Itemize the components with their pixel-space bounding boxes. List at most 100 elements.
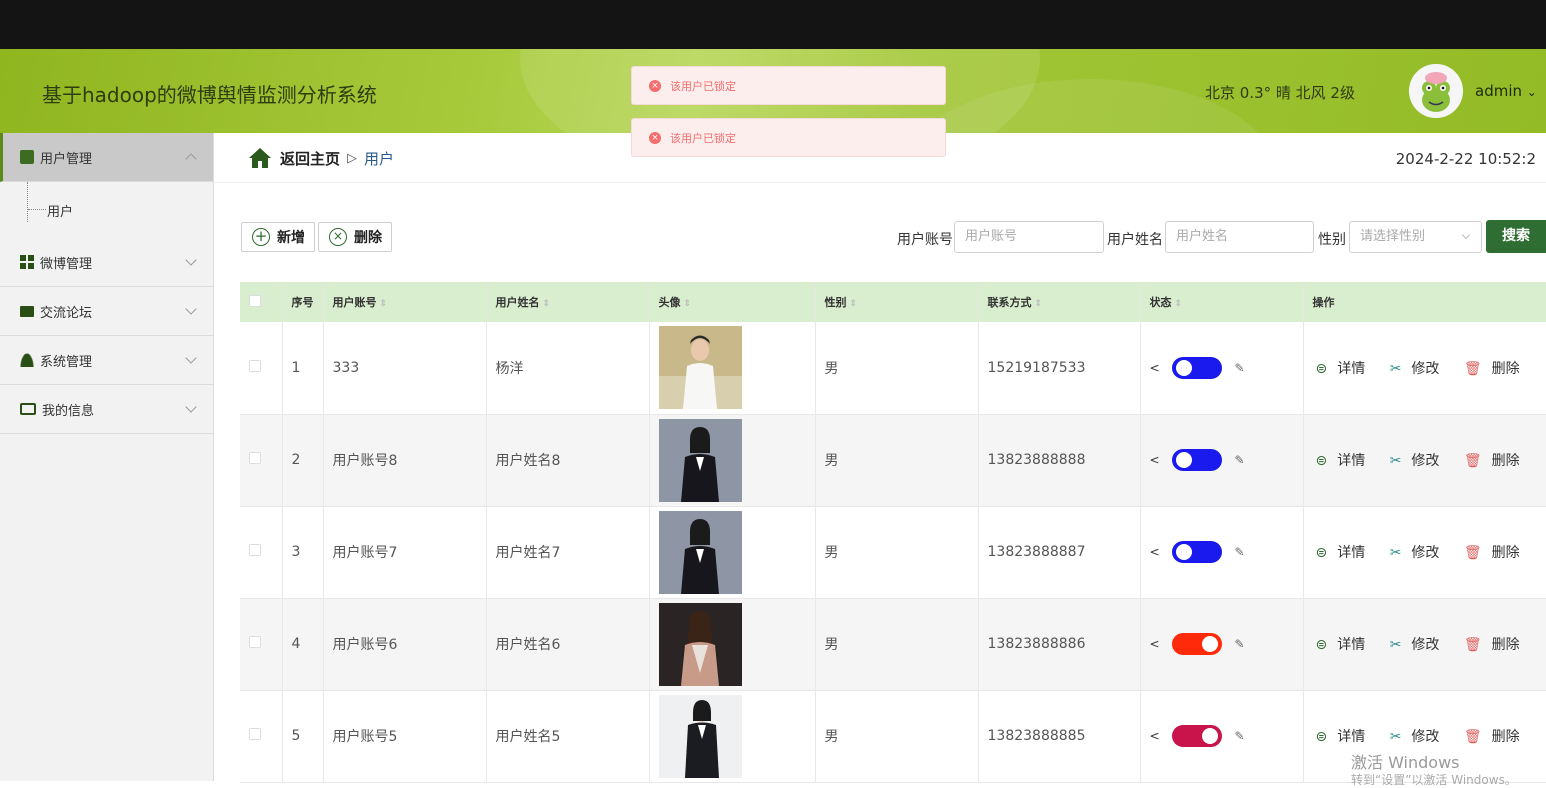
status-cell: < ✎ (1140, 690, 1304, 783)
status-toggle[interactable] (1172, 633, 1223, 655)
toast-text: 该用户已锁定 (670, 79, 736, 93)
user-name: 用户姓名6 (486, 598, 650, 691)
status-cell: < ✎ (1140, 414, 1304, 507)
account-search-input[interactable]: 用户账号 (954, 221, 1104, 253)
sort-icon[interactable]: ⇕ (1175, 299, 1183, 309)
trash-icon: 🗑 (1463, 453, 1482, 469)
name-search-input[interactable]: 用户姓名 (1165, 221, 1314, 253)
detail-action[interactable]: ⊜ 详情 (1316, 453, 1376, 469)
edit-action[interactable]: ✂ 修改 (1390, 545, 1450, 561)
edit-action[interactable]: ✂ 修改 (1390, 637, 1450, 653)
activation-watermark-sub: 转到“设置”以激活 Windows。 (1351, 773, 1517, 787)
column-header-label: 操作 (1312, 296, 1335, 309)
row-checkbox[interactable] (249, 359, 261, 372)
user-menu[interactable]: admin ⌄ (1475, 82, 1537, 100)
detail-action[interactable]: ⊜ 详情 (1316, 637, 1376, 653)
status-toggle[interactable] (1172, 725, 1223, 747)
user-gender: 男 (815, 690, 979, 783)
sidebar-item-weibo-management[interactable]: 微博管理 (0, 238, 213, 287)
sidebar-item-label: 系统管理 (40, 354, 93, 370)
trash-icon: 🗑 (1463, 637, 1482, 653)
gender-select[interactable]: 请选择性别 (1349, 221, 1482, 253)
detail-action[interactable]: ⊜ 详情 (1316, 361, 1376, 377)
status-cell: < ✎ (1140, 322, 1304, 415)
delete-action[interactable]: 🗑 删除 (1464, 637, 1530, 653)
user-phone: 13823888887 (978, 506, 1141, 599)
edit-action[interactable]: ✂ 修改 (1390, 729, 1450, 745)
chevron-down-icon (185, 401, 197, 413)
error-icon: × (649, 79, 661, 92)
row-checkbox[interactable] (249, 544, 261, 556)
edit-action[interactable]: ✂ 修改 (1390, 361, 1450, 377)
account-filter-label: 用户账号 (897, 232, 953, 248)
breadcrumb-home-link[interactable]: 返回主页 (280, 148, 340, 169)
activation-watermark: 激活 Windows (1351, 753, 1460, 772)
user-gender: 男 (815, 506, 979, 599)
avatar-cell (649, 322, 816, 415)
column-header[interactable]: 用户姓名 ⇕ (486, 282, 650, 322)
add-button[interactable]: + 新增 (241, 222, 315, 252)
user-table: 序号 用户账号 ⇕ 用户姓名 ⇕ 头像 ⇕ 性别 ⇕ 联系方式 ⇕ 状态 ⇕ 操作 1 33… (240, 282, 1546, 783)
table-row[interactable]: 1 333 杨洋 男 15219187533 < ✎ ⊜ 详情 ✂ 修改 🗑 删除 (240, 322, 1546, 415)
close-circle-icon: × (329, 228, 347, 246)
delete-button-label: 删除 (354, 230, 382, 246)
detail-icon: ⊜ (1315, 360, 1328, 377)
sort-icon[interactable]: ⇕ (543, 299, 551, 309)
actions-cell: ⊜ 详情 ✂ 修改 🗑 删除 (1303, 598, 1546, 691)
sort-icon[interactable]: ⇕ (380, 299, 388, 309)
user-photo (658, 694, 742, 778)
detail-action[interactable]: ⊜ 详情 (1316, 545, 1376, 561)
sort-icon[interactable]: ⇕ (684, 299, 692, 309)
sidebar-item-my-info[interactable]: 我的信息 (0, 385, 213, 434)
sidebar-subitem-user[interactable]: 用户 (0, 182, 213, 238)
delete-action[interactable]: 🗑 删除 (1464, 729, 1530, 745)
table-row[interactable]: 4 用户账号6 用户姓名6 男 13823888886 < ✎ ⊜ 详情 ✂ 修改 … (240, 598, 1546, 691)
sort-icon[interactable]: ⇕ (1035, 299, 1043, 309)
column-header[interactable]: 头像 ⇕ (649, 282, 816, 322)
column-header[interactable]: 用户账号 ⇕ (323, 282, 487, 322)
actions-cell: ⊜ 详情 ✂ 修改 🗑 删除 (1303, 506, 1546, 599)
edit-action[interactable]: ✂ 修改 (1390, 453, 1450, 469)
edit-pen-icon: ✎ (1234, 360, 1245, 375)
delete-action[interactable]: 🗑 删除 (1464, 453, 1530, 469)
toggle-knob (1202, 728, 1219, 744)
status-toggle[interactable] (1172, 449, 1223, 471)
column-header[interactable]: 性别 ⇕ (815, 282, 979, 322)
detail-icon: ⊜ (1315, 453, 1328, 469)
search-button[interactable]: 搜索 (1486, 220, 1546, 253)
sort-icon[interactable]: ⇕ (850, 299, 858, 309)
wrench-icon: ✂ (1389, 729, 1402, 745)
sidebar-item-system-management[interactable]: 系统管理 (0, 336, 213, 385)
frog-avatar-icon (1409, 64, 1463, 118)
detail-action[interactable]: ⊜ 详情 (1316, 729, 1376, 745)
row-index: 1 (282, 322, 324, 415)
sidebar-item-forum[interactable]: 交流论坛 (0, 287, 213, 336)
share-icon: < (1149, 637, 1160, 651)
status-toggle[interactable] (1172, 541, 1223, 563)
user-account: 用户账号8 (323, 414, 487, 507)
select-all-checkbox[interactable] (249, 294, 261, 307)
column-header-label: 序号 (291, 296, 314, 309)
breadcrumb-separator: ▷ (347, 150, 358, 166)
wrench-icon: ✂ (1389, 360, 1402, 377)
delete-action[interactable]: 🗑 删除 (1464, 545, 1530, 561)
table-row[interactable]: 3 用户账号7 用户姓名7 男 13823888887 < ✎ ⊜ 详情 ✂ 修改 … (240, 506, 1546, 599)
wrench-icon: ✂ (1389, 545, 1402, 561)
column-header[interactable]: 联系方式 ⇕ (978, 282, 1141, 322)
name-filter-label: 用户姓名 (1107, 232, 1163, 248)
content-header: 返回主页 ▷ 用户 2024-2-22 10:52:2 (214, 133, 1546, 183)
delete-button[interactable]: × 删除 (318, 222, 392, 252)
home-icon[interactable] (248, 147, 272, 169)
column-header[interactable]: 状态 ⇕ (1140, 282, 1304, 322)
row-checkbox[interactable] (249, 452, 261, 464)
edit-label: 修改 (1411, 545, 1440, 561)
row-checkbox[interactable] (249, 636, 261, 648)
avatar[interactable] (1409, 64, 1463, 118)
user-name: 用户姓名7 (486, 506, 650, 599)
select-all-cell (240, 282, 283, 322)
status-toggle[interactable] (1172, 356, 1223, 379)
row-checkbox[interactable] (249, 728, 261, 740)
delete-action[interactable]: 🗑 删除 (1464, 361, 1530, 377)
sidebar-item-user-management[interactable]: 用户管理 (0, 133, 213, 182)
table-row[interactable]: 2 用户账号8 用户姓名8 男 13823888888 < ✎ ⊜ 详情 ✂ 修改 … (240, 414, 1546, 507)
